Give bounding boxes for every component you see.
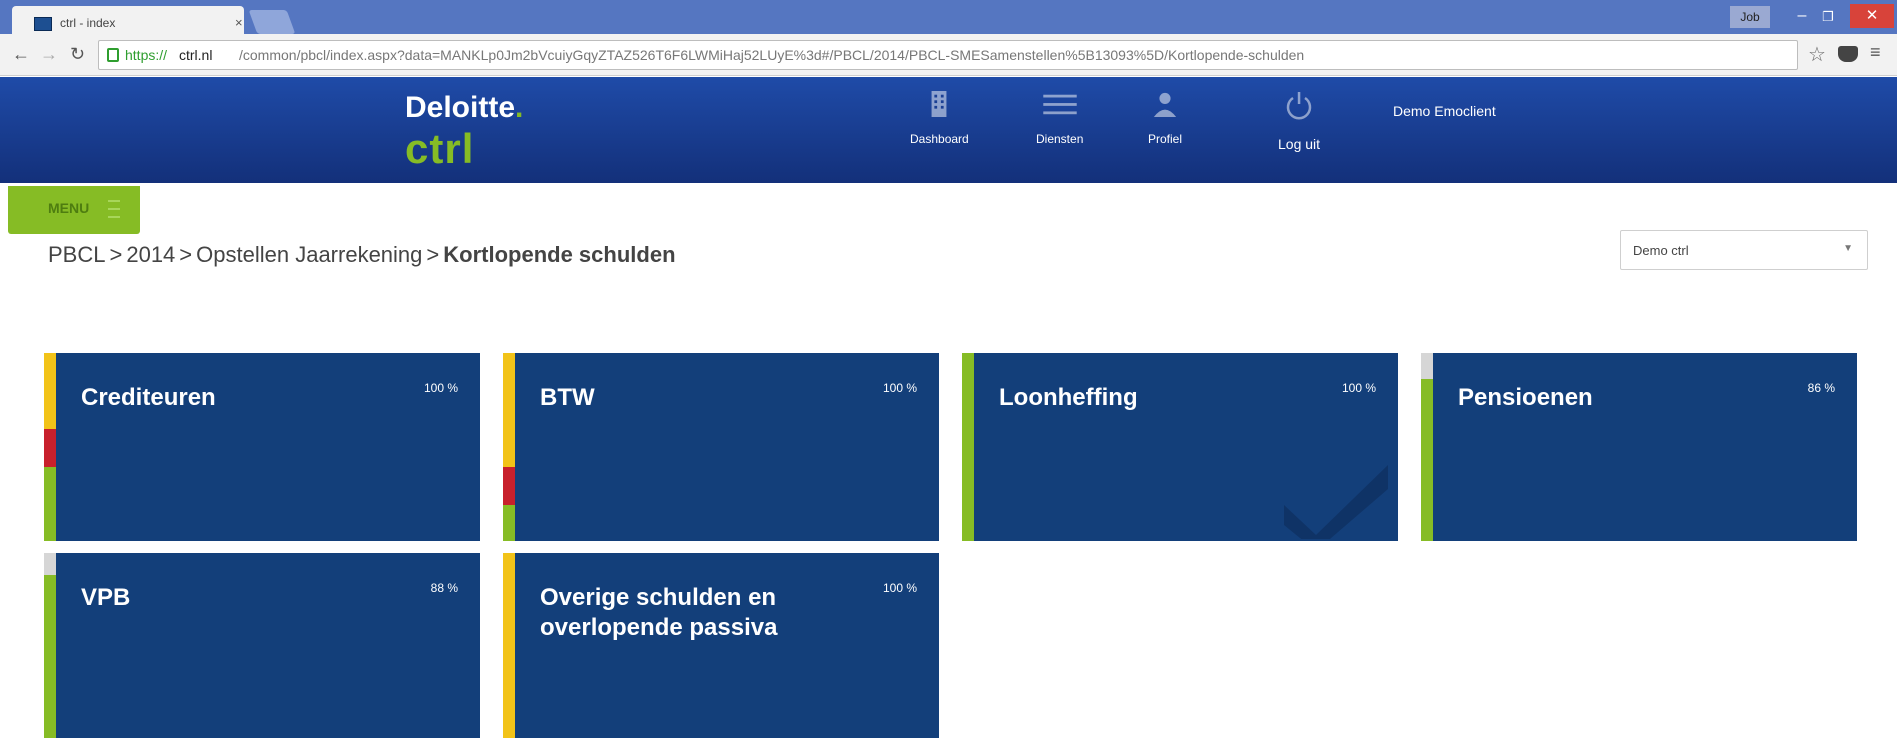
nav-profiel[interactable]: Profiel bbox=[1148, 91, 1182, 146]
pocket-icon[interactable] bbox=[1838, 46, 1858, 62]
forward-icon[interactable]: → bbox=[40, 44, 58, 65]
minimize-icon[interactable]: – bbox=[1790, 6, 1814, 28]
tab-title: ctrl - index bbox=[60, 16, 116, 30]
status-segment-grey bbox=[44, 553, 56, 575]
browser-user-badge[interactable]: Job bbox=[1730, 6, 1770, 28]
tile-title: Overige schulden en overlopende passiva bbox=[540, 584, 778, 641]
client-select-value: Demo ctrl bbox=[1633, 243, 1689, 258]
breadcrumb: PBCL >2014 > Opstellen Jaarrekening > Kortlop… bbox=[48, 242, 676, 268]
breadcrumb-separator: > bbox=[109, 242, 123, 267]
nav-diensten[interactable]: Diensten bbox=[1036, 91, 1083, 146]
url-path: /common/pbcl/index.aspx?data=MANKLp0Jm2b… bbox=[239, 47, 1305, 63]
menu-button[interactable]: MENU bbox=[8, 186, 140, 234]
nav-dashboard[interactable]: Dashboard bbox=[910, 91, 969, 146]
user-icon bbox=[1153, 92, 1177, 117]
hamburger-icon bbox=[108, 200, 120, 218]
status-segment-green bbox=[1421, 379, 1433, 541]
tile-vpb[interactable]: VPB 88 % bbox=[44, 553, 480, 738]
menu-label: MENU bbox=[48, 200, 90, 216]
tile-status-bar bbox=[962, 353, 974, 541]
power-icon bbox=[1286, 92, 1312, 120]
nav-profiel-label: Profiel bbox=[1148, 132, 1183, 146]
address-bar[interactable]: https:// ctrl.nl /common/pbcl/index.aspx… bbox=[98, 40, 1798, 70]
logged-in-user[interactable]: Demo Emoclient bbox=[1393, 103, 1496, 119]
chevron-down-icon: ▼ bbox=[1843, 243, 1853, 254]
breadcrumb-separator: > bbox=[179, 242, 193, 267]
logo-text: Deloitte bbox=[405, 91, 516, 124]
tile-percent: 100 % bbox=[423, 381, 458, 395]
breadcrumb-item-2014[interactable]: 2014 bbox=[126, 242, 175, 267]
reload-icon[interactable]: ↻ bbox=[70, 44, 85, 65]
browser-tab[interactable]: ctrl - index × bbox=[12, 6, 244, 34]
url-scheme: https:// bbox=[125, 47, 168, 63]
tile-pensioenen[interactable]: Pensioenen 86 % bbox=[1421, 353, 1857, 541]
tile-percent: 100 % bbox=[882, 381, 917, 395]
status-segment-green bbox=[44, 467, 56, 541]
browser-toolbar: ← → ↻ https:// ctrl.nl /common/pbcl/inde… bbox=[0, 34, 1897, 76]
tile-status-bar bbox=[44, 553, 56, 738]
breadcrumb-current: Kortlopende schulden bbox=[443, 242, 676, 267]
logo-dot: . bbox=[515, 91, 524, 124]
breadcrumb-item-pbcl[interactable]: PBCL bbox=[48, 242, 105, 267]
bookmark-star-icon[interactable]: ☆ bbox=[1808, 42, 1826, 67]
nav-logout[interactable]: Log uit bbox=[1278, 91, 1320, 152]
favicon-icon bbox=[34, 17, 52, 31]
tile-loonheffing[interactable]: Loonheffing 100 % bbox=[962, 353, 1398, 541]
tile-status-bar bbox=[44, 353, 56, 541]
tile-percent: 86 % bbox=[1807, 381, 1835, 395]
tab-close-icon[interactable]: × bbox=[235, 15, 243, 30]
tile-status-bar bbox=[1421, 353, 1433, 541]
tile-overige-schulden[interactable]: Overige schulden en overlopende passiva … bbox=[503, 553, 939, 738]
status-segment-red bbox=[503, 467, 515, 505]
tile-status-bar bbox=[503, 553, 515, 738]
app-header: Deloitte. ctrl Dashboard Diensten Profie… bbox=[0, 77, 1897, 183]
window-close-icon[interactable]: ✕ bbox=[1850, 4, 1894, 28]
tile-title: Pensioenen bbox=[1458, 384, 1593, 411]
nav-logout-label: Log uit bbox=[1278, 136, 1321, 152]
status-segment-grey bbox=[1421, 353, 1433, 379]
status-segment-green bbox=[503, 505, 515, 541]
tile-title: Loonheffing bbox=[999, 384, 1138, 411]
building-icon bbox=[931, 91, 947, 117]
lock-icon bbox=[107, 48, 119, 62]
maximize-icon[interactable]: ❐ bbox=[1816, 6, 1840, 28]
url-host: ctrl.nl bbox=[179, 47, 213, 63]
browser-tabstrip: ctrl - index × Job – ❐ ✕ bbox=[0, 0, 1897, 34]
tile-percent: 88 % bbox=[430, 581, 458, 595]
tile-percent: 100 % bbox=[882, 581, 917, 595]
status-segment-yellow bbox=[503, 353, 515, 467]
browser-menu-icon[interactable]: ≡ bbox=[1870, 42, 1881, 63]
nav-dashboard-label: Dashboard bbox=[910, 132, 969, 146]
tile-title: VPB bbox=[81, 584, 131, 611]
new-tab-button[interactable] bbox=[248, 10, 296, 34]
status-segment-green bbox=[962, 353, 974, 541]
tile-status-bar bbox=[503, 353, 515, 541]
tile-title: BTW bbox=[540, 384, 595, 411]
tile-btw[interactable]: BTW 100 % bbox=[503, 353, 939, 541]
tile-title: Crediteuren bbox=[81, 384, 216, 411]
deloitte-logo[interactable]: Deloitte. bbox=[405, 91, 523, 125]
status-segment-yellow bbox=[503, 553, 515, 738]
breadcrumb-separator: > bbox=[426, 242, 440, 267]
check-icon bbox=[1284, 465, 1388, 539]
back-icon[interactable]: ← bbox=[12, 44, 30, 65]
nav-diensten-label: Diensten bbox=[1036, 132, 1084, 146]
status-segment-red bbox=[44, 429, 56, 467]
status-segment-green bbox=[44, 575, 56, 738]
client-select[interactable]: Demo ctrl ▼ bbox=[1620, 230, 1868, 270]
ctrl-logo: ctrl bbox=[405, 125, 475, 172]
tile-percent: 100 % bbox=[1341, 381, 1376, 395]
tile-crediteuren[interactable]: Crediteuren 100 % bbox=[44, 353, 480, 541]
breadcrumb-item-opstellen[interactable]: Opstellen Jaarrekening bbox=[196, 242, 422, 267]
list-icon bbox=[1042, 94, 1077, 115]
status-segment-yellow bbox=[44, 353, 56, 429]
